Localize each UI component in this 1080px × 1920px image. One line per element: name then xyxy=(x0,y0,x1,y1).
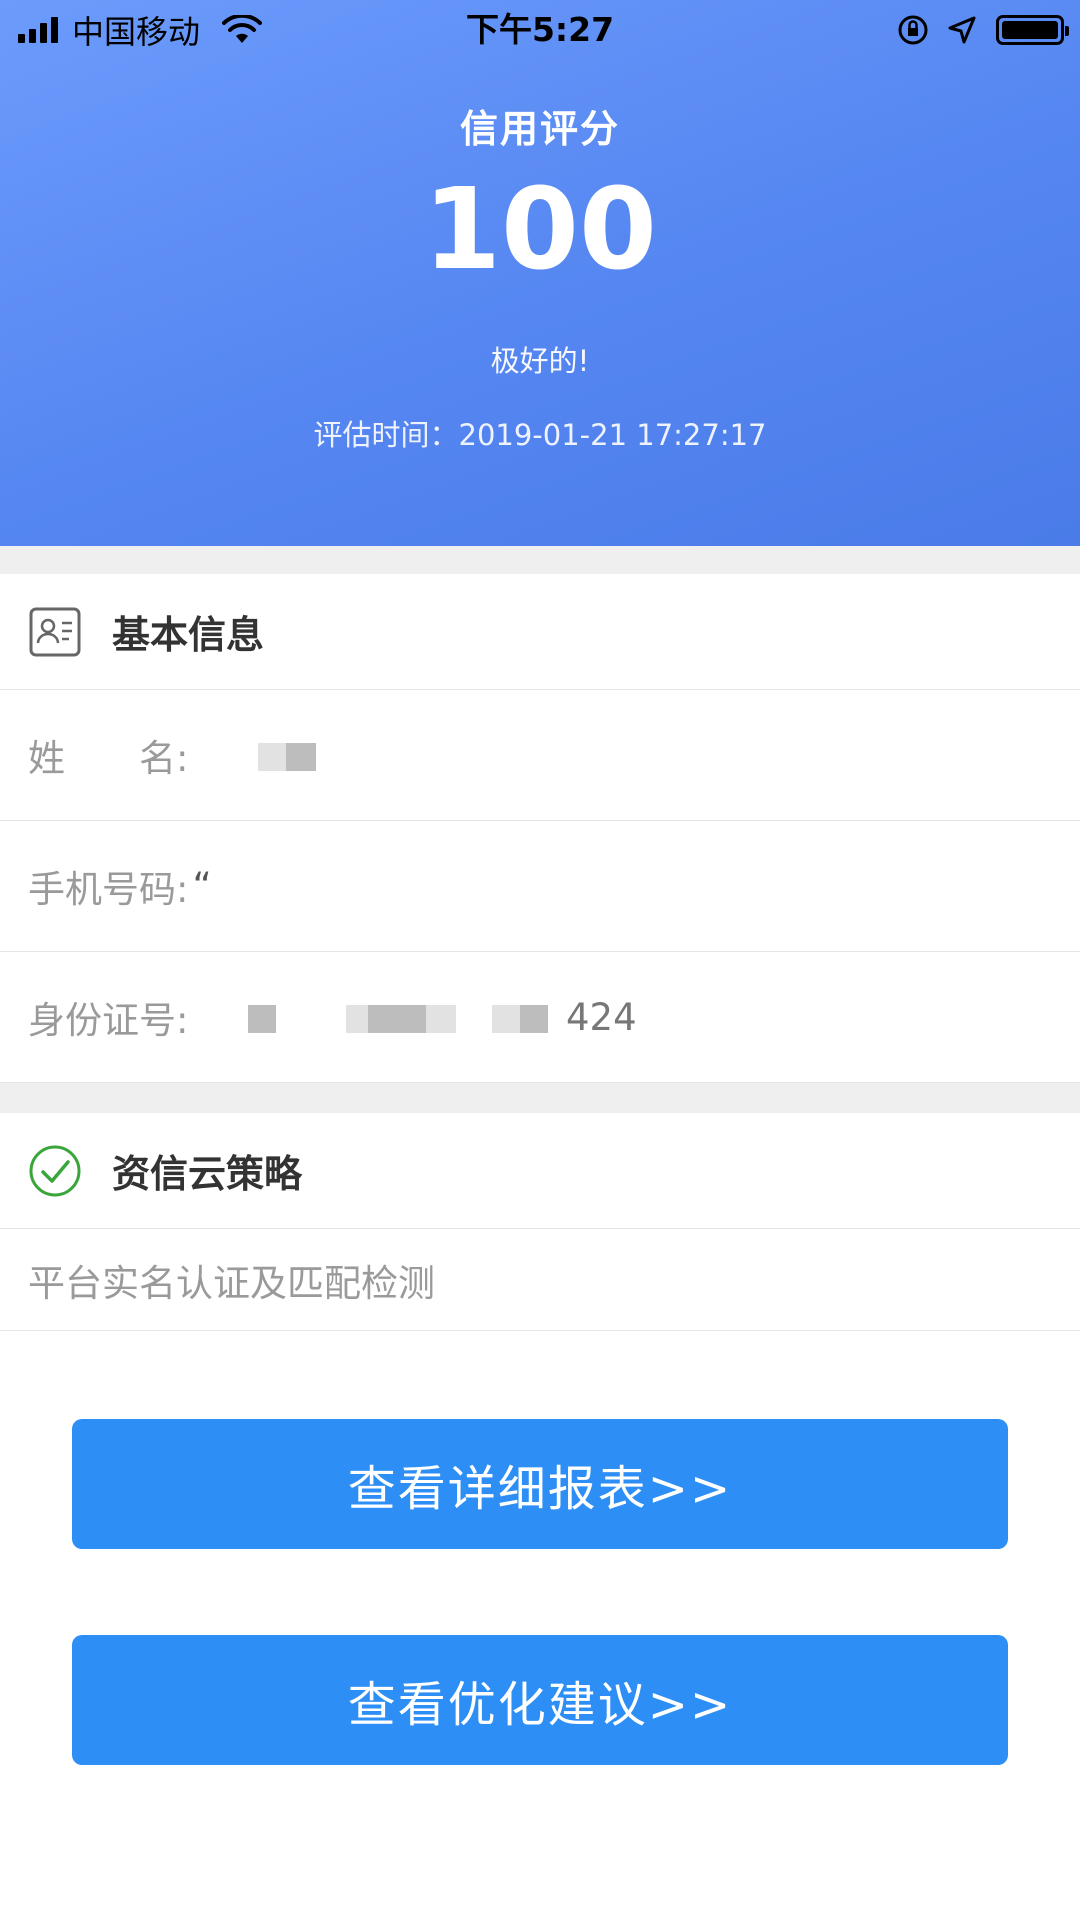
view-detailed-report-button[interactable]: 查看详细报表>> xyxy=(72,1419,1008,1549)
status-right xyxy=(896,10,1069,50)
phone-value: “ xyxy=(192,864,212,908)
credit-score-value: 100 xyxy=(423,165,657,295)
basic-info-title: 基本信息 xyxy=(112,613,265,657)
phone-row: 手机号码: “ xyxy=(0,821,1080,952)
basic-info-header: 基本信息 xyxy=(0,574,1080,690)
name-value-redacted xyxy=(258,734,317,777)
phone-label: 手机号码: xyxy=(28,868,189,911)
section-divider xyxy=(0,1083,1080,1113)
rotation-lock-icon xyxy=(898,15,928,45)
location-arrow-icon xyxy=(948,16,976,44)
id-number-redacted xyxy=(248,996,548,1039)
strategy-title: 资信云策略 xyxy=(112,1152,303,1196)
strategy-description-row: 平台实名认证及匹配检测 xyxy=(0,1229,1080,1331)
score-title: 信用评分 xyxy=(459,107,620,151)
view-optimization-advice-button[interactable]: 查看优化建议>> xyxy=(72,1635,1008,1765)
score-rating: 极好的! xyxy=(490,344,590,378)
status-bar: 中国移动 下午5:27 xyxy=(0,0,1080,60)
strategy-header: 资信云策略 xyxy=(0,1113,1080,1229)
strategy-description: 平台实名认证及匹配检测 xyxy=(28,1261,435,1305)
battery-icon xyxy=(996,15,1069,45)
id-number-label: 身份证号: xyxy=(28,999,189,1042)
name-label: 姓 名: xyxy=(28,737,189,780)
id-card-icon xyxy=(29,607,81,656)
check-circle-icon xyxy=(29,1145,81,1196)
section-divider xyxy=(0,546,1080,574)
name-row: 姓 名: xyxy=(0,690,1080,821)
credit-score-header: 中国移动 下午5:27 信用评分 100 极好的! 评估时间：2019-01-2… xyxy=(0,0,1080,546)
id-number-row: 身份证号: 424 xyxy=(0,952,1080,1083)
evaluation-time: 评估时间：2019-01-21 17:27:17 xyxy=(313,418,767,452)
id-number-suffix: 424 xyxy=(566,995,637,1039)
